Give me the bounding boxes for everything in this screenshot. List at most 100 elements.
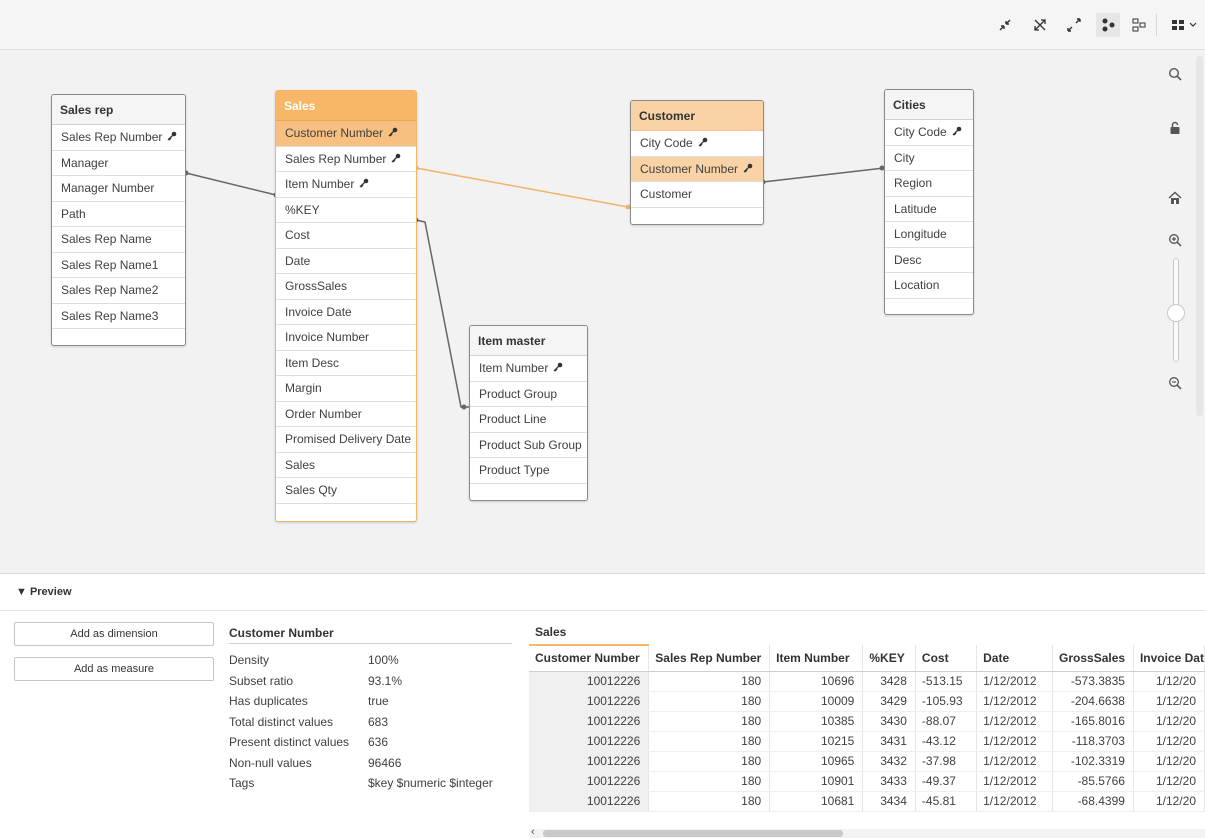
- preview-toggle[interactable]: ▼ Preview: [16, 586, 72, 598]
- table-cell: 180: [648, 731, 771, 752]
- column-header[interactable]: GrossSales: [1052, 645, 1134, 672]
- field-row[interactable]: Region: [885, 171, 973, 197]
- table-cell: -118.3703: [1052, 731, 1134, 752]
- layout-menu-icon[interactable]: [1168, 13, 1202, 37]
- field-row[interactable]: Item Number: [470, 356, 587, 382]
- column-header[interactable]: Cost: [915, 645, 978, 672]
- scrollbar-thumb[interactable]: [543, 830, 843, 837]
- link-sales-itemmaster: [415, 219, 469, 408]
- field-row[interactable]: Product Line: [470, 407, 587, 433]
- field-row[interactable]: Sales: [276, 453, 416, 478]
- field-row[interactable]: Date: [276, 249, 416, 274]
- field-row[interactable]: City Code: [631, 131, 763, 157]
- field-row[interactable]: Path: [52, 202, 185, 227]
- field-row[interactable]: GrossSales: [276, 274, 416, 300]
- field-row[interactable]: Sales Rep Number: [52, 125, 185, 151]
- field-row[interactable]: Latitude: [885, 197, 973, 222]
- column-header[interactable]: Customer Number: [529, 644, 650, 672]
- preview-horizontal-scrollbar[interactable]: ‹: [529, 826, 1205, 838]
- collapse-all-icon[interactable]: [993, 13, 1017, 37]
- field-row[interactable]: Customer: [631, 182, 763, 208]
- field-row[interactable]: Item Number: [276, 172, 416, 198]
- field-row[interactable]: Sales Rep Name1: [52, 253, 185, 278]
- table-item-master[interactable]: Item master Item Number Product Group Prod…: [469, 325, 588, 501]
- field-row[interactable]: Order Number: [276, 402, 416, 427]
- field-row[interactable]: City: [885, 146, 973, 171]
- field-row[interactable]: %KEY: [276, 198, 416, 223]
- data-model-canvas[interactable]: Sales rep Sales Rep Number Manager Manager…: [0, 50, 1205, 574]
- field-row[interactable]: Sales Rep Name2: [52, 278, 185, 304]
- table-cell: -204.6638: [1052, 691, 1134, 712]
- field-row[interactable]: Product Type: [470, 458, 587, 484]
- field-row[interactable]: Desc: [885, 248, 973, 273]
- table-sales[interactable]: Sales Customer Number Sales Rep Number Ite…: [275, 90, 417, 522]
- column-header[interactable]: Date: [976, 645, 1054, 672]
- column-header[interactable]: Sales Rep Number: [648, 645, 771, 672]
- stat-row: Tags $key $numeric $integer: [229, 773, 529, 793]
- field-list: City Code City Region Latitude Longitude Desc…: [885, 120, 973, 299]
- add-as-dimension-button[interactable]: Add as dimension: [14, 622, 214, 646]
- unlock-icon[interactable]: [1165, 118, 1185, 138]
- field-row[interactable]: Customer Number: [276, 121, 416, 147]
- preview-data-grid[interactable]: Customer Number Sales Rep Number Item Numb…: [529, 644, 1205, 838]
- hide-links-icon[interactable]: [1028, 13, 1052, 37]
- field-row[interactable]: Customer Number: [631, 156, 763, 182]
- field-list: Customer Number Sales Rep Number Item Numb…: [276, 121, 416, 504]
- field-label: Desc: [894, 252, 922, 267]
- stat-row: Present distinct values 636: [229, 732, 529, 752]
- field-row[interactable]: Location: [885, 273, 973, 299]
- add-as-measure-button[interactable]: Add as measure: [14, 657, 214, 681]
- field-row[interactable]: Item Desc: [276, 351, 416, 376]
- column-header[interactable]: %KEY: [862, 645, 916, 672]
- field-row[interactable]: Margin: [276, 376, 416, 402]
- field-list: City Code Customer Number Customer: [631, 131, 763, 208]
- key-icon: [388, 122, 398, 147]
- source-view-icon[interactable]: [1127, 13, 1151, 37]
- field-row[interactable]: Sales Rep Name: [52, 227, 185, 253]
- zoom-in-icon[interactable]: [1165, 230, 1185, 250]
- field-row[interactable]: Invoice Date: [276, 300, 416, 325]
- table-row: 10012226 180 10681 3434 -45.81 1/12/2012 -68.4…: [529, 791, 1205, 812]
- stat-label: Density: [229, 653, 270, 667]
- field-label: GrossSales: [285, 279, 348, 293]
- field-row[interactable]: Sales Rep Name3: [52, 304, 185, 329]
- table-cell: 1/12/2012: [976, 771, 1054, 792]
- table-cell: 3428: [862, 671, 916, 692]
- stat-value: 636: [368, 735, 389, 749]
- table-cell: 10681: [769, 791, 864, 812]
- table-sales-rep[interactable]: Sales rep Sales Rep Number Manager Manager…: [51, 94, 186, 346]
- expand-all-icon[interactable]: [1062, 13, 1086, 37]
- field-label: Longitude: [894, 227, 947, 241]
- field-row[interactable]: Invoice Number: [276, 325, 416, 351]
- search-icon[interactable]: [1165, 64, 1185, 84]
- table-cell: 1/12/2012: [976, 751, 1054, 772]
- table-cell: -573.3835: [1052, 671, 1134, 692]
- table-customer[interactable]: Customer City Code Customer Number Custome…: [630, 100, 764, 225]
- column-header[interactable]: Item Number: [769, 645, 864, 672]
- column-header[interactable]: Invoice Dat: [1133, 645, 1205, 672]
- field-row[interactable]: Manager: [52, 151, 185, 176]
- field-label: City Code: [894, 125, 947, 139]
- table-row: 10012226 180 10385 3430 -88.07 1/12/2012 -165.…: [529, 711, 1205, 732]
- field-row[interactable]: Product Group: [470, 382, 587, 407]
- scroll-left-icon[interactable]: ‹: [531, 826, 535, 838]
- field-row[interactable]: Cost: [276, 223, 416, 249]
- internal-view-icon[interactable]: [1096, 13, 1120, 37]
- stat-value: true: [368, 694, 389, 708]
- field-label: Item Number: [479, 361, 549, 375]
- table-cell: -68.4399: [1052, 791, 1134, 812]
- field-row[interactable]: City Code: [885, 120, 973, 146]
- field-row[interactable]: Promised Delivery Date: [276, 427, 416, 453]
- home-icon[interactable]: [1165, 188, 1185, 208]
- zoom-slider-handle[interactable]: [1167, 304, 1185, 322]
- field-row[interactable]: Product Sub Group: [470, 433, 587, 458]
- table-cell: -88.07: [915, 711, 978, 732]
- field-row[interactable]: Sales Rep Number: [276, 147, 416, 172]
- zoom-out-icon[interactable]: [1165, 373, 1185, 393]
- field-row[interactable]: Sales Qty: [276, 478, 416, 504]
- field-row[interactable]: Manager Number: [52, 176, 185, 202]
- field-row[interactable]: Longitude: [885, 222, 973, 248]
- field-label: Sales Rep Name2: [61, 283, 159, 297]
- table-cities[interactable]: Cities City Code City Region Latitude Longit…: [884, 89, 974, 315]
- canvas-vertical-scrollbar[interactable]: [1196, 56, 1203, 416]
